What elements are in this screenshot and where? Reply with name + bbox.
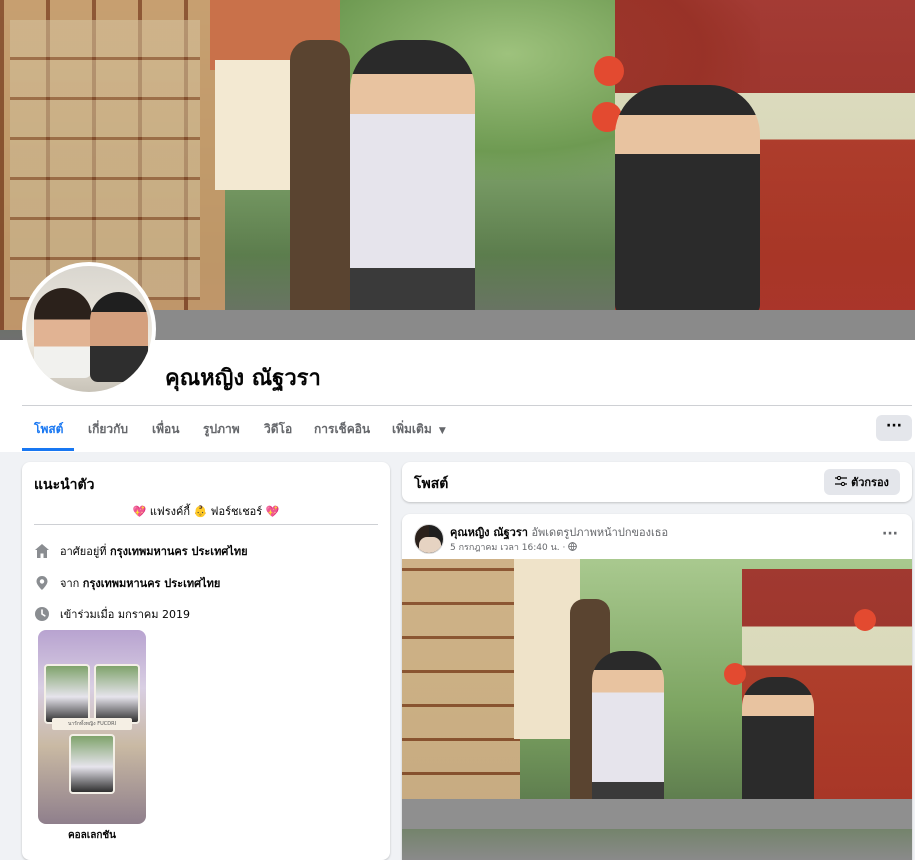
lives-prefix: อาศัยอยู่ที่ <box>60 545 107 558</box>
collection-photo <box>44 664 90 724</box>
post-action: อัพเดตรูปภาพหน้าปกของเธอ <box>531 526 669 539</box>
posts-header-card: โพสต์ ตัวกรอง <box>402 462 912 502</box>
profile-more-button[interactable]: ··· <box>876 415 912 441</box>
tab-more[interactable]: เพิ่มเติม ▼ <box>392 420 446 439</box>
globe-icon <box>568 542 578 553</box>
post-author-line: คุณหญิง ณัฐวรา อัพเดตรูปภาพหน้าปกของเธอ <box>450 523 668 541</box>
cover-tree <box>290 40 350 330</box>
collection-photo <box>94 664 140 724</box>
intro-bio: 💖 แฟรงค์กี้ 👶 ฟอร์ชเชอร์ 💖 <box>22 502 390 520</box>
caret-down-icon: ▼ <box>438 426 446 436</box>
filter-button[interactable]: ตัวกรอง <box>824 469 900 495</box>
profile-avatar[interactable] <box>22 262 156 396</box>
info-joined: เข้าร่วมเมื่อ มกราคม 2019 <box>34 605 190 623</box>
collection-photo <box>69 734 115 794</box>
tabs-divider <box>22 405 912 406</box>
intro-card: แนะนำตัว 💖 แฟรงค์กี้ 👶 ฟอร์ชเชอร์ 💖 อาศั… <box>22 462 390 860</box>
tab-posts[interactable]: โพสต์ <box>34 420 63 439</box>
info-lives-in: อาศัยอยู่ที่ กรุงเทพมหานคร ประเทศไทย <box>34 542 248 560</box>
filter-label: ตัวกรอง <box>851 476 889 489</box>
tab-videos[interactable]: วิดีโอ <box>264 420 292 439</box>
cover-wall <box>150 310 915 340</box>
bio-text: แฟรงค์กี้ 👶 ฟอร์ชเชอร์ <box>149 505 263 518</box>
photo-building-left <box>402 559 520 809</box>
cover-child-2 <box>615 85 760 315</box>
heart-icon: 💖 <box>132 505 147 518</box>
photo-lantern <box>854 609 876 631</box>
info-from: จาก กรุงเทพมหานคร ประเทศไทย <box>34 574 220 592</box>
tab-checkins[interactable]: การเช็คอิน <box>314 420 370 439</box>
tab-friends[interactable]: เพื่อน <box>152 420 179 439</box>
post-timestamp[interactable]: 5 กรกฎาคม เวลา 16:40 น. · <box>450 543 565 553</box>
featured-collection[interactable]: นารักทั้งหญิง FUCDRI <box>38 630 146 824</box>
from-city-link[interactable]: กรุงเทพมหานคร ประเทศไทย <box>83 574 221 592</box>
photo-child-2 <box>742 677 814 807</box>
profile-name: คุณหญิง ณัฐวรา <box>165 366 321 391</box>
post-photo[interactable] <box>402 559 912 860</box>
clock-icon <box>34 606 50 622</box>
intro-title: แนะนำตัว <box>34 477 95 493</box>
tab-about[interactable]: เกี่ยวกับ <box>88 420 128 439</box>
photo-child-1 <box>592 651 664 811</box>
lives-city-link[interactable]: กรุงเทพมหานคร ประเทศไทย <box>110 542 248 560</box>
heart-icon: 💖 <box>265 505 280 518</box>
cover-child-1 <box>350 40 475 325</box>
post-meta: 5 กรกฎาคม เวลา 16:40 น. · <box>450 540 578 554</box>
intro-divider <box>34 524 378 525</box>
photo-wall <box>402 799 912 829</box>
post-author-name[interactable]: คุณหญิง ณัฐวรา <box>450 526 528 539</box>
tab-more-label: เพิ่มเติม <box>392 422 432 436</box>
photo-lantern <box>724 663 746 685</box>
collection-banner: นารักทั้งหญิง FUCDRI <box>52 718 132 730</box>
collection-label[interactable]: คอลเลกชัน <box>38 828 146 843</box>
post-author-avatar[interactable] <box>414 524 444 554</box>
cover-lantern <box>594 56 624 86</box>
active-tab-indicator <box>22 448 74 451</box>
tab-photos[interactable]: รูปภาพ <box>203 420 240 439</box>
post-card: คุณหญิง ณัฐวรา อัพเดตรูปภาพหน้าปกของเธอ … <box>402 514 912 860</box>
filter-sliders-icon <box>835 475 848 489</box>
joined-text: เข้าร่วมเมื่อ มกราคม 2019 <box>60 608 191 621</box>
home-icon <box>34 543 50 559</box>
from-prefix: จาก <box>60 577 80 590</box>
location-pin-icon <box>34 575 50 591</box>
posts-title: โพสต์ <box>414 476 449 492</box>
post-options-button[interactable]: ··· <box>882 526 898 542</box>
